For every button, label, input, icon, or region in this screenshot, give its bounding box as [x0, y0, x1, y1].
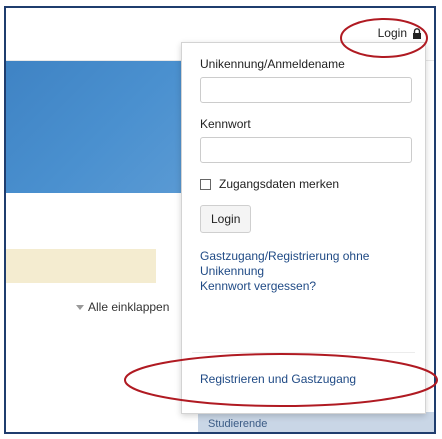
password-input[interactable] — [200, 137, 412, 163]
header-banner-image — [6, 61, 186, 193]
remember-row: Zugangsdaten merken — [200, 177, 411, 191]
login-submit-button[interactable]: Login — [200, 205, 252, 233]
password-label: Kennwort — [200, 117, 251, 131]
collapse-all-link[interactable]: Alle einklappen — [76, 300, 169, 314]
login-menu-label: Login — [377, 26, 407, 40]
register-guest-link[interactable]: Registrieren und Gastzugang — [200, 372, 356, 387]
username-input[interactable] — [200, 77, 412, 103]
forgot-password-link[interactable]: Kennwort vergessen? — [200, 279, 411, 294]
menu-divider — [192, 352, 415, 353]
sidebar-item-label: Studierende — [208, 418, 268, 430]
sidebar-item-studierende[interactable]: Studierende — [198, 412, 434, 432]
remember-checkbox[interactable] — [200, 178, 211, 190]
username-label: Unikennung/Anmeldename — [200, 57, 345, 71]
collapse-all-label: Alle einklappen — [88, 300, 170, 314]
guest-access-link[interactable]: Gastzugang/Registrierung ohne Unikennung — [200, 249, 410, 279]
remember-label: Zugangsdaten merken — [219, 177, 340, 191]
login-dropdown: Unikennung/Anmeldename Kennwort Zugangsd… — [181, 42, 426, 414]
login-menu-toggle[interactable]: Login — [378, 26, 422, 40]
notice-bar — [6, 249, 156, 283]
lock-icon — [413, 27, 421, 39]
triangle-down-icon — [76, 304, 84, 310]
